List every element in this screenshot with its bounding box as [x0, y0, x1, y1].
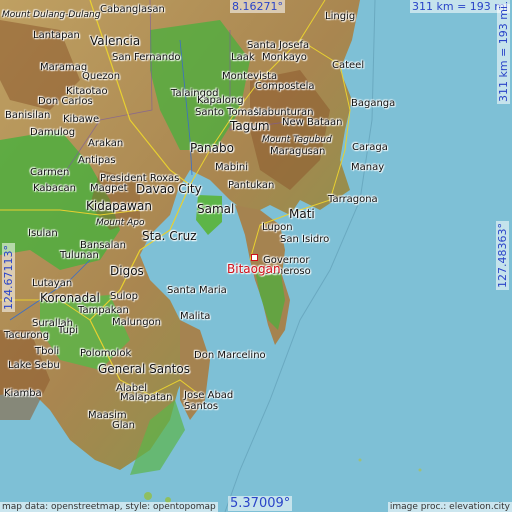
place-label: Tacurong [4, 330, 50, 341]
place-label: Polomolok [80, 348, 132, 359]
place-label: Tupi [58, 325, 79, 336]
place-label: Tulunan [60, 250, 99, 261]
place-label: Kidapawan [86, 199, 152, 213]
place-label: Tagum [230, 119, 270, 133]
place-label: Antipas [78, 155, 116, 166]
place-label: Don Carlos [38, 96, 93, 107]
bitaogan-label[interactable]: Bitaogan [227, 262, 281, 276]
longitude-left: 124.67113° [2, 243, 15, 312]
place-label: Tboli [35, 346, 60, 357]
place-label: Lingig [325, 11, 356, 22]
place-label: Isulan [28, 228, 58, 239]
place-label: Banisilan [5, 110, 51, 121]
place-label: Don Marcelino [194, 350, 266, 361]
place-label: Pantukan [228, 180, 275, 191]
place-label: Caraga [352, 142, 388, 153]
bitaogan-marker[interactable] [251, 254, 258, 261]
place-label: Sulop [110, 291, 138, 302]
place-label: Monkayo [262, 52, 307, 63]
place-label: Sta. Cruz [142, 229, 197, 243]
place-label: New Bataan [282, 117, 343, 128]
place-label: Glan [112, 420, 135, 431]
place-label: Malapatan [120, 392, 173, 403]
place-label: Lantapan [33, 30, 80, 41]
place-label: Maramag [40, 62, 88, 73]
mountain-label: Mount Apo [96, 218, 145, 228]
place-label: Lutayan [32, 278, 73, 289]
place-label: Kapalong [197, 95, 244, 106]
place-label: Valencia [90, 34, 141, 48]
latitude-bottom: 5.37009° [228, 496, 293, 511]
place-label: Davao City [136, 182, 202, 196]
place-label: Mabini [215, 162, 248, 173]
place-label: Santa Maria [167, 285, 227, 296]
place-label: Magpet [90, 183, 128, 194]
place-label: Koronadal [40, 291, 100, 305]
place-label: Tampakan [78, 305, 129, 316]
place-label: Compostela [255, 81, 315, 92]
place-label: Damulog [30, 127, 76, 138]
place-label: Kabacan [33, 183, 76, 194]
place-label: Carmen [30, 167, 70, 178]
place-label: San Isidro [280, 234, 330, 245]
place-label: Tarragona [328, 194, 378, 205]
mountain-label: Mount Tagubud [262, 135, 332, 145]
map-data-credit: map data: openstreetmap, style: opentopo… [0, 502, 218, 512]
longitude-right: 127.48363° [496, 221, 509, 290]
place-label: Santo Tomas [195, 107, 259, 118]
place-label: Maragusan [270, 146, 326, 157]
place-label: Malita [180, 311, 211, 322]
place-label: San Fernando [112, 52, 181, 63]
place-label: Laak [231, 52, 255, 63]
place-label: Kibawe [63, 114, 100, 125]
place-label: Baganga [351, 98, 396, 109]
place-label: Mati [289, 207, 315, 221]
topographic-map[interactable]: Cabanglasan Lingig Mount Dulang-Dulang S… [0, 0, 512, 512]
place-label: Arakan [88, 138, 124, 149]
place-label: Jose Abad Santos [184, 390, 234, 412]
place-label: Cateel [332, 60, 365, 71]
place-label: Cabanglasan [100, 4, 165, 15]
place-label: General Santos [98, 362, 190, 376]
place-label: Quezon [82, 71, 121, 82]
place-label: Malungon [112, 317, 162, 328]
place-label: Samal [197, 202, 235, 216]
latitude-top: 8.16271° [230, 0, 285, 13]
place-label: Lupon [262, 222, 293, 233]
scale-right: 311 km = 193 mi [497, 3, 510, 104]
place-label: Lake Sebu [8, 360, 60, 371]
scale-top: 311 km = 193 mi [410, 0, 511, 13]
place-label: Digos [110, 264, 144, 278]
place-label: Kiamba [4, 388, 42, 399]
mountain-label: Mount Dulang-Dulang [2, 10, 101, 20]
place-label: Santa Josefa [247, 40, 310, 51]
place-label: Manay [351, 162, 385, 173]
place-label: Panabo [190, 141, 234, 155]
image-proc-credit: image proc.: elevation.city [387, 502, 512, 512]
